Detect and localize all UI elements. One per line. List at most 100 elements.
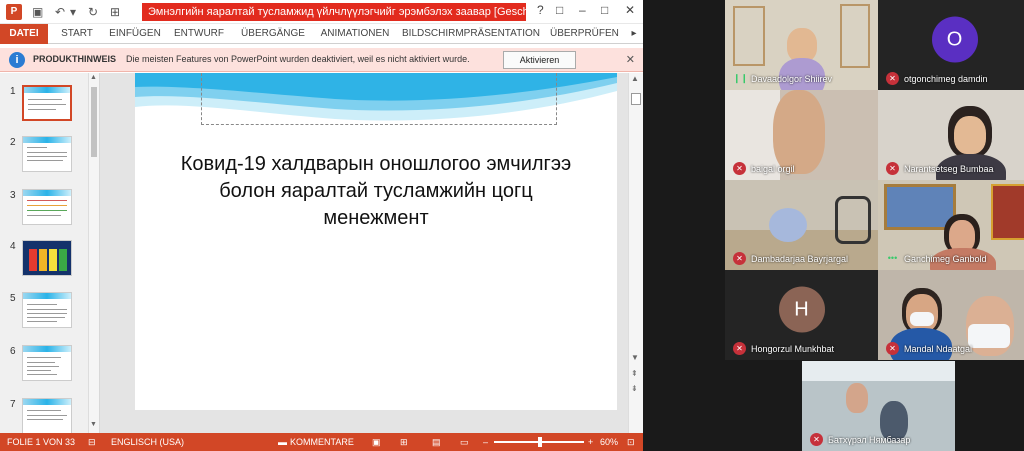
comments-button[interactable]: KOMMENTARE [290,437,354,447]
thumbnail-line [27,362,55,363]
participant-tile[interactable]: ✕ Narantsetseg Bumbaa [878,90,1024,180]
help-icon[interactable]: ? [537,3,544,17]
tab-transitions[interactable]: ÜBERGÄNGE [238,24,308,44]
activate-button[interactable]: Aktivieren [503,51,576,69]
product-notice-bar: i PRODUKTHINWEIS Die meisten Features vo… [0,48,643,72]
normal-view-icon[interactable]: ▣ [372,437,381,448]
tab-slideshow[interactable]: BILDSCHIRMPRÄSENTATION [402,24,540,44]
tab-overflow-icon[interactable]: ▸ [628,24,640,44]
slideshow-view-icon[interactable]: ▭ [460,437,469,448]
zoom-level[interactable]: 60% [600,437,618,447]
scroll-down-icon[interactable]: ▼ [631,353,639,362]
participant-tile[interactable]: O ✕ otgonchimeg damdin [878,0,1024,90]
slide-placeholder-box[interactable] [201,73,557,125]
tab-insert[interactable]: EINFÜGEN [108,24,162,44]
participant-tile[interactable]: ❙❙ Davaadolgor Shiirev [725,0,878,90]
participant-tile[interactable]: ✕ Батхүрэл Нямбазар [802,361,955,451]
slide-thumbnail[interactable] [22,292,72,328]
redo-icon[interactable]: ↻ [88,4,98,20]
participant-name: Hongorzul Munkhbat [751,344,835,354]
participant-tile[interactable]: ••• Ganchimeg Ganbold [878,180,1024,270]
slide-scrollbar[interactable]: ▲ ▼ ⇞ ⇟ [628,73,643,433]
thumbnail-scrollbar[interactable]: ▲ ▼ [88,73,99,433]
scroll-thumb[interactable] [631,93,641,105]
slide-thumbnail[interactable] [22,136,72,172]
tab-review[interactable]: ÜBERPRÜFEN [550,24,619,44]
thumbnail-bar [39,249,47,271]
tab-design[interactable]: ENTWURF [173,24,225,44]
thumbnail-line [27,317,65,318]
fit-slide-icon[interactable]: ⊡ [627,437,635,448]
save-icon[interactable]: ▣ [32,4,43,20]
wall-painting [991,184,1024,240]
thumbnail-line [27,419,63,420]
participant-tile[interactable]: ✕ Dambadarjaa Bayrjargal [725,180,878,270]
participant-video-grid: ❙❙ Davaadolgor Shiirev O ✕ otgonchimeg d… [643,0,1024,451]
slide-thumbnail[interactable] [22,189,72,225]
thumbnail-line [27,156,67,157]
slide-thumbnail[interactable] [22,398,72,433]
zoom-in-icon[interactable]: + [588,437,593,447]
thumbnail-line [27,366,59,367]
zoom-out-icon[interactable]: – [483,437,488,447]
slide-sorter-icon[interactable]: ⊞ [400,437,408,448]
equipment-object [835,196,871,244]
scroll-up-icon[interactable]: ▲ [90,74,97,81]
thumbnail-line [27,374,57,375]
slide-thumbnail[interactable] [22,240,72,276]
tab-animations[interactable]: ANIMATIONEN [318,24,392,44]
slide-thumbnail-panel: 1 2 3 4 5 6 7 [0,73,100,433]
language-indicator[interactable]: ENGLISCH (USA) [111,437,184,447]
thumbnail-number: 4 [10,241,16,252]
minimize-icon[interactable]: – [579,3,586,17]
participant-name: otgonchimeg damdin [904,74,988,84]
proofing-icon[interactable]: ⊟ [88,437,96,448]
comments-icon[interactable]: ▬ [278,437,287,447]
ribbon-options-icon[interactable]: □ [556,3,563,17]
participant-face [787,28,817,62]
previous-slide-icon[interactable]: ⇞ [631,369,638,378]
scroll-down-icon[interactable]: ▼ [90,421,97,428]
thumbnail-line [27,200,67,201]
thumbnail-line [27,160,63,161]
mic-muted-icon: ✕ [733,252,746,265]
undo-icon[interactable]: ↶ [55,4,65,20]
thumbnail-line [27,415,67,416]
participant-avatar: H [778,286,825,333]
thumbnail-line [27,215,61,216]
participant-tile[interactable]: ✕ baigal orgil [725,90,878,180]
next-slide-icon[interactable]: ⇟ [631,384,638,393]
undo-dropdown-icon[interactable]: ▾ [70,4,76,20]
participant-name: baigal orgil [751,164,795,174]
thumbnail-scroll-thumb[interactable] [91,87,97,157]
slide-editor: Ковид-19 халдварын оношлогоо эмчилгээ бо… [100,73,628,433]
thumbnail-wave [23,137,71,143]
thumbnail-wave [23,293,71,299]
thumbnail-wave [23,346,71,352]
close-icon[interactable]: ✕ [625,3,635,17]
maximize-icon[interactable]: □ [601,3,608,17]
slide-thumbnail[interactable] [22,85,72,121]
powerpoint-app-icon[interactable]: P [6,4,22,20]
customize-icon[interactable]: ⊞ [110,4,120,20]
slide-counter: FOLIE 1 VON 33 [7,437,76,447]
tab-file[interactable]: DATEI [0,24,48,44]
slide-thumbnail[interactable] [22,345,72,381]
thumbnail-line [27,313,67,314]
slide-title-text[interactable]: Ковид-19 халдварын оношлогоо эмчилгээ бо… [170,151,582,232]
thumbnail-number: 7 [10,399,16,410]
reading-view-icon[interactable]: ▤ [432,437,441,448]
notice-close-icon[interactable]: ✕ [626,53,635,66]
participant-tile[interactable]: H ✕ Hongorzul Munkhbat [725,270,878,360]
thumbnail-line [28,109,56,110]
scroll-up-icon[interactable]: ▲ [631,74,639,83]
current-slide[interactable]: Ковид-19 халдварын оношлогоо эмчилгээ бо… [135,73,617,410]
zoom-slider-thumb[interactable] [538,437,542,447]
thumbnail-line [27,410,61,411]
tab-start[interactable]: START [56,24,98,44]
thumbnail-line [27,370,51,371]
thumbnail-bar [49,249,57,271]
thumbnail-number: 5 [10,293,16,304]
participant-name: Mandal Ndaatgal [904,344,973,354]
participant-tile[interactable]: ✕ Mandal Ndaatgal [878,270,1024,360]
